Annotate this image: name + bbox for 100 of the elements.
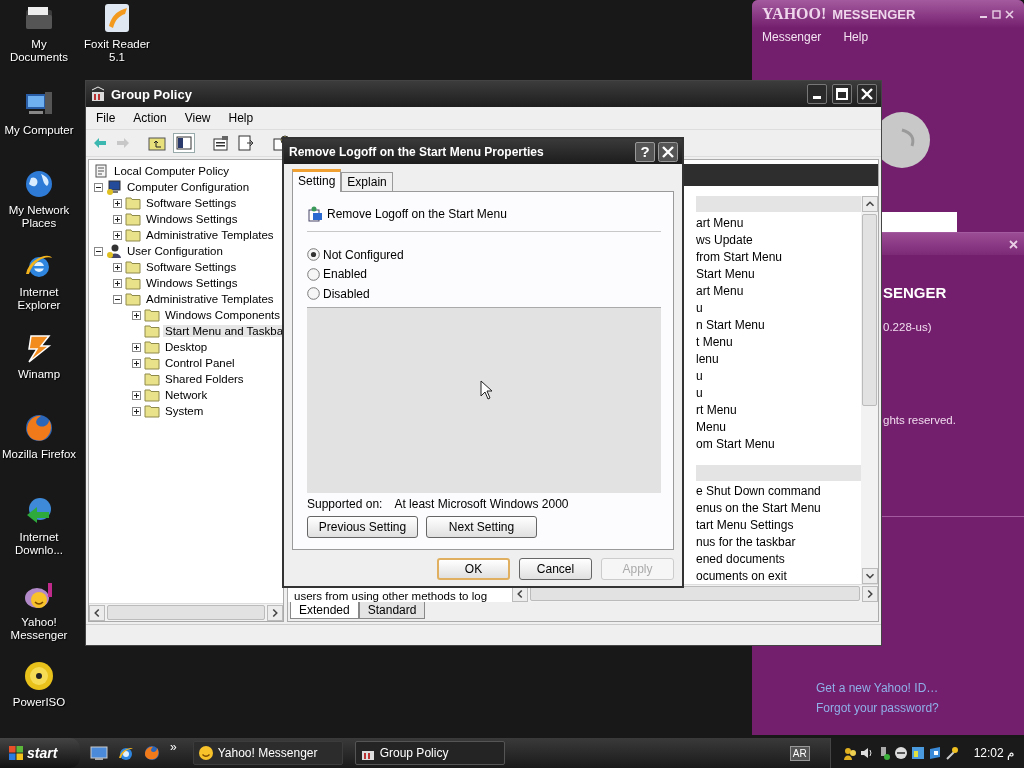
tree-item[interactable]: Shared Folders [163,373,246,385]
policy-item[interactable]: u [696,385,703,400]
policy-item[interactable]: nus for the taskbar [696,534,796,549]
export-list-icon[interactable] [237,135,255,151]
menubar-item[interactable]: Help [843,30,869,44]
policy-item[interactable]: ened documents [696,551,785,566]
tree-item[interactable]: Windows Components [163,309,283,321]
tree-item[interactable]: Computer Configuration [125,181,252,193]
policy-item[interactable]: n Start Menu [696,317,765,332]
scrollbar[interactable] [89,603,283,621]
menubar-item[interactable]: View [184,111,211,125]
tree-item[interactable]: Windows Settings [144,213,240,225]
browser-icon[interactable] [118,745,134,761]
tab[interactable]: Explain [341,172,393,191]
properties-icon[interactable] [212,135,230,151]
policy-item[interactable]: Start Menu [696,266,755,281]
tree-item[interactable]: Software Settings [144,197,239,209]
menubar-item[interactable]: Messenger [762,30,822,44]
policy-item[interactable]: u [696,300,703,315]
expander-icon[interactable] [94,182,103,192]
icon-label[interactable]: Internet Downlo... [1,531,77,557]
expander-icon[interactable] [113,198,122,208]
expander-icon[interactable] [132,406,141,416]
nav-button[interactable]: Next Setting [426,515,537,538]
taskbar-button[interactable]: Yahoo! Messenger [192,741,343,765]
help-button[interactable]: ? [635,141,655,162]
tree-item[interactable]: User Configuration [125,245,225,257]
up-folder-icon[interactable] [148,135,166,151]
view-tab[interactable]: Standard [358,602,426,619]
taskbar-button[interactable]: Group Policy [354,741,505,765]
radio-button[interactable] [307,287,320,301]
maximize-icon[interactable] [832,84,852,104]
policy-item[interactable]: e Shut Down command [696,483,821,498]
expander-icon[interactable] [132,342,141,352]
tree-item[interactable]: Start Menu and Taskba [163,325,283,337]
icon-label[interactable]: My Network Places [1,204,77,230]
close-icon[interactable] [857,84,877,104]
policy-item[interactable]: om Start Menu [696,436,775,451]
expander-icon[interactable] [132,390,141,400]
expander-icon[interactable] [113,230,122,240]
tree-toggle-button[interactable] [173,133,195,153]
tree-item[interactable]: Local Computer Policy [112,165,232,177]
dialog-button[interactable]: Cancel [519,558,592,580]
icon-label[interactable]: Foxit Reader 5.1 [79,38,155,64]
radio-label[interactable]: Not Configured [323,247,404,262]
globe-icon[interactable] [23,168,55,200]
expander-icon[interactable] [113,262,122,272]
policy-item[interactable]: rt Menu [696,402,737,417]
tree-item[interactable]: Windows Settings [144,277,240,289]
policy-item[interactable]: u [696,368,703,383]
tab[interactable]: Setting [292,169,342,192]
policy-item[interactable]: art Menu [696,215,744,230]
icon-label[interactable]: Yahoo! Messenger [1,616,77,642]
icon-label[interactable]: Internet Explorer [1,286,77,312]
volume-icon[interactable] [859,746,874,760]
policy-item[interactable]: ocuments on exit [696,568,787,583]
icon-label[interactable]: My Computer [1,124,77,137]
expander-icon[interactable] [113,214,122,224]
language-indicator[interactable]: AR [789,745,810,761]
disc-icon[interactable] [23,660,55,692]
icon-label[interactable]: PowerISO [1,696,77,709]
expander-icon[interactable] [113,294,122,304]
policy-item[interactable]: t Menu [696,334,733,349]
tree-item[interactable]: Control Panel [163,357,237,369]
desktop-icon[interactable] [90,745,108,761]
browser-icon[interactable] [144,745,160,761]
wand-icon[interactable] [944,746,959,760]
expander-icon[interactable] [113,278,122,288]
menubar-item[interactable]: Action [133,111,167,125]
window-icon[interactable] [910,746,925,760]
link[interactable]: Get a new Yahoo! ID… [816,681,939,695]
icon-label[interactable]: Winamp [1,368,77,381]
policy-item[interactable]: Menu [696,419,727,434]
tree-item[interactable]: Software Settings [144,261,239,273]
icon-label[interactable]: Mozilla Firefox [1,448,77,461]
flag-icon[interactable] [927,746,942,760]
radio-button[interactable] [307,267,320,281]
radio-label[interactable]: Enabled [323,267,368,282]
tree-item[interactable]: System [163,405,206,417]
menubar-item[interactable]: Help [228,111,254,125]
icon-label[interactable]: My Documents [1,38,77,64]
nav-button[interactable]: Previous Setting [307,515,418,538]
scrollbar[interactable] [512,584,878,602]
expander-icon[interactable] [132,358,141,368]
browser-icon[interactable] [23,412,55,444]
menubar-item[interactable]: File [96,111,116,125]
more-button[interactable]: » [166,740,181,754]
policy-item[interactable]: ws Update [696,232,753,247]
tree-item[interactable]: Administrative Templates [144,293,276,305]
radio-label[interactable]: Disabled [323,286,370,301]
close-icon[interactable] [658,141,678,162]
policy-item[interactable]: enus on the Start Menu [696,500,821,515]
link[interactable]: Forgot your password? [816,701,939,715]
expander-icon[interactable] [94,246,103,256]
policy-item[interactable]: from Start Menu [696,249,783,264]
minimize-icon[interactable] [807,84,827,104]
policy-item[interactable]: art Menu [696,283,744,298]
tree-item[interactable]: Desktop [163,341,210,353]
tree-item[interactable]: Network [163,389,210,401]
view-tab[interactable]: Extended [290,602,359,619]
